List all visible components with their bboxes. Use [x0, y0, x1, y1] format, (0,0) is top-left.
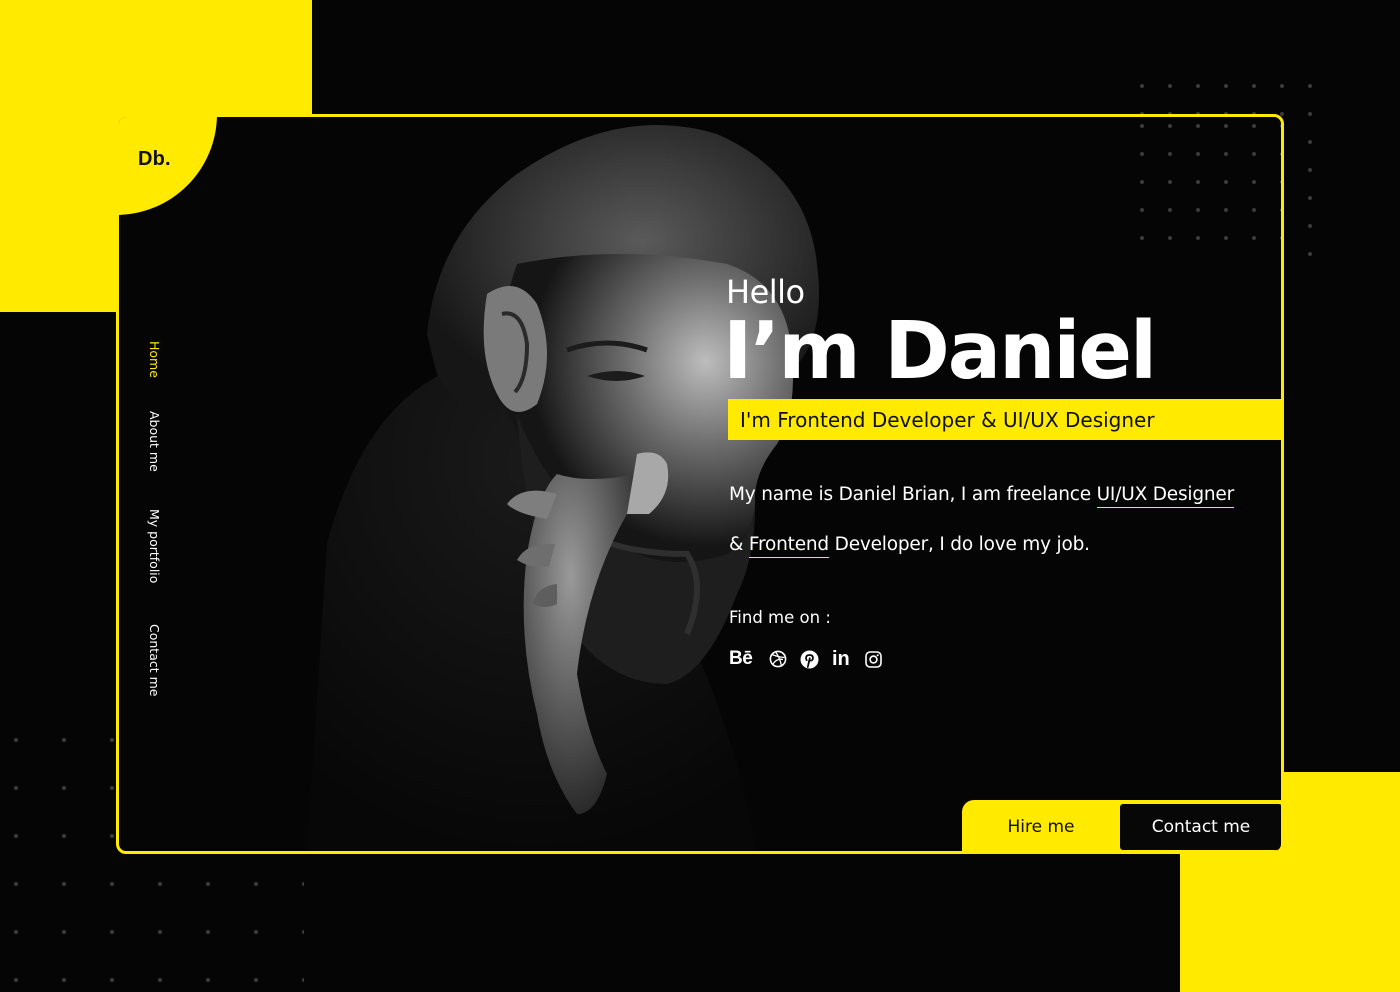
hero-name: I’m Daniel [723, 305, 1157, 397]
hero-card: Db. Home About me My portfolio Contact m… [116, 114, 1284, 854]
logo-badge[interactable]: Db. [119, 117, 217, 215]
role-banner: I'm Frontend Developer & UI/UX Designer [728, 399, 1281, 440]
dribbble-icon[interactable] [769, 648, 787, 670]
find-me-label: Find me on : [729, 608, 831, 627]
bio-text: My name is Daniel Brian, I am freelance [729, 484, 1097, 505]
hire-me-button[interactable]: Hire me [962, 800, 1120, 851]
action-bar: Hire me Contact me [962, 800, 1281, 851]
bio-highlight-uiux: UI/UX Designer [1096, 484, 1234, 508]
nav-item-contact-me[interactable]: Contact me [147, 624, 162, 696]
bio-line-2: & Frontend Developer, I do love my job. [729, 534, 1090, 558]
behance-icon[interactable]: Bē [729, 648, 753, 670]
side-nav: Home About me My portfolio Contact me [147, 341, 171, 711]
nav-item-my-portfolio[interactable]: My portfolio [147, 509, 162, 583]
nav-item-home[interactable]: Home [147, 341, 162, 378]
decor-dot-grid-inner [1116, 117, 1281, 256]
instagram-icon[interactable] [865, 648, 882, 670]
logo-text: Db. [138, 148, 171, 170]
bio-line-1: My name is Daniel Brian, I am freelance … [729, 484, 1234, 508]
contact-me-button[interactable]: Contact me [1120, 804, 1281, 850]
role-text: I'm Frontend Developer & UI/UX Designer [740, 408, 1155, 432]
pinterest-icon[interactable] [800, 648, 819, 670]
linkedin-icon[interactable]: in [832, 648, 850, 670]
bio-text: Developer, I do love my job. [828, 534, 1090, 555]
nav-item-about-me[interactable]: About me [147, 411, 162, 472]
bio-highlight-frontend: Frontend [748, 534, 829, 558]
bio-text: & [729, 534, 749, 555]
